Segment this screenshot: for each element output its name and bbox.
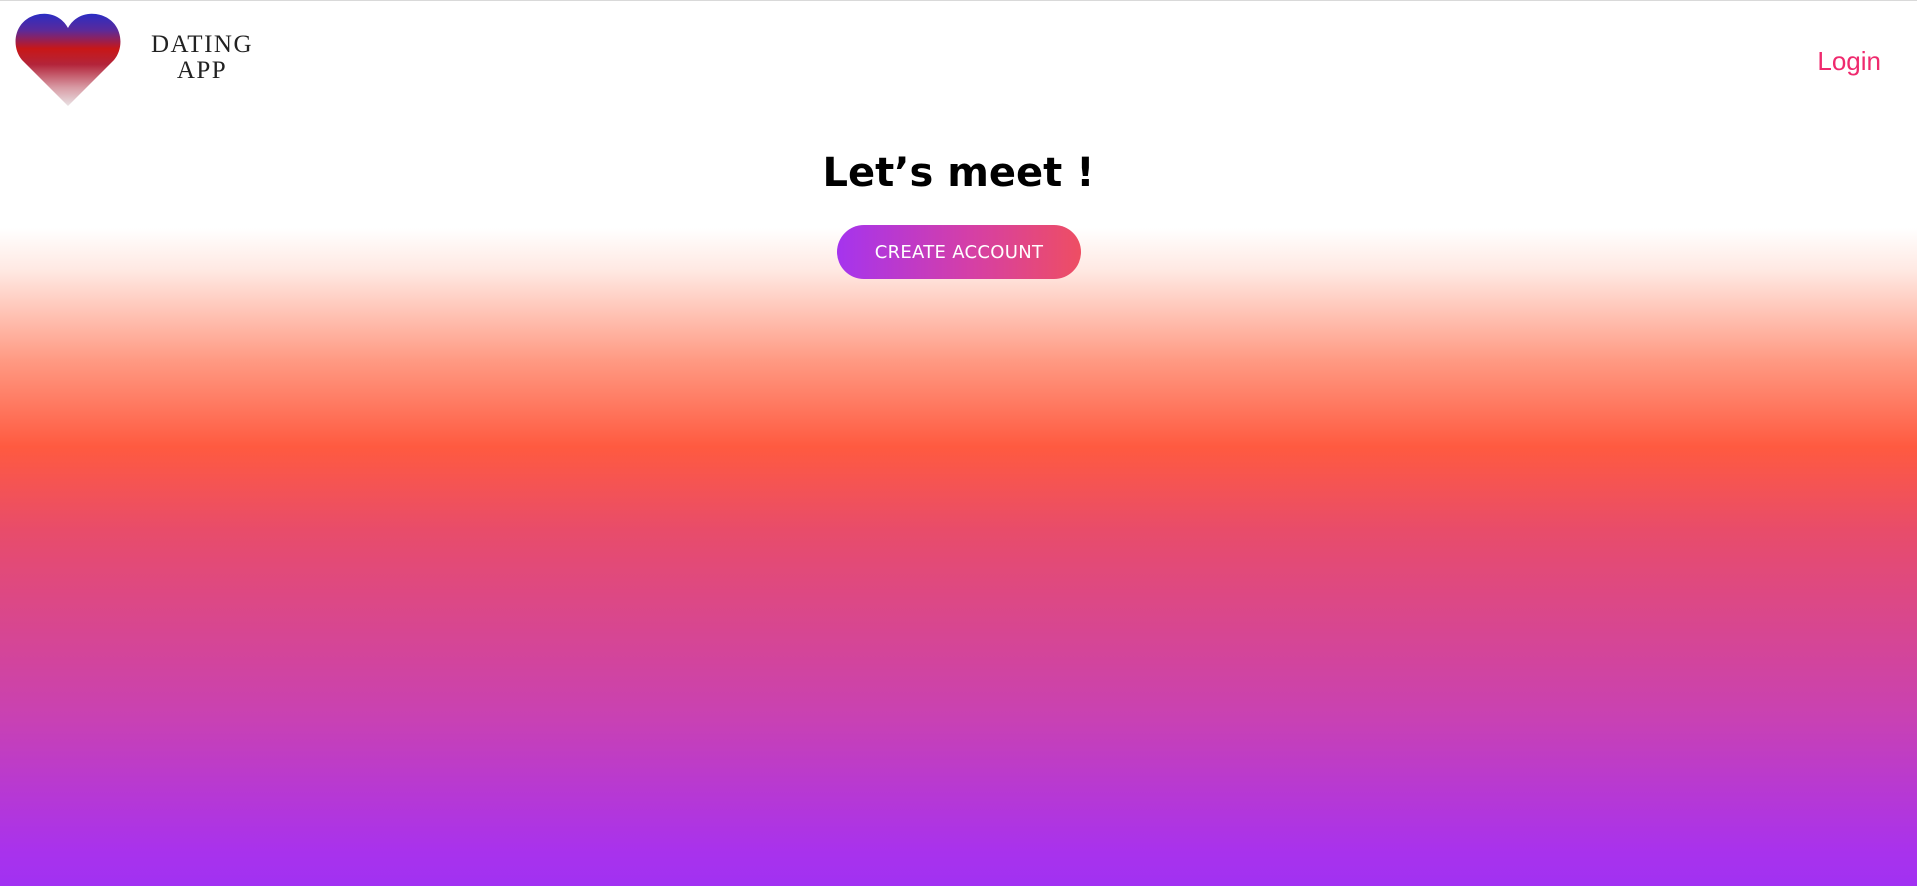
brand-line-2: APP bbox=[176, 57, 228, 84]
login-link[interactable]: Login bbox=[1817, 46, 1881, 77]
brand-name: DATING APP bbox=[140, 32, 264, 84]
create-account-button[interactable]: CREATE ACCOUNT bbox=[837, 225, 1081, 279]
top-border bbox=[0, 0, 1917, 1]
heart-logo-icon bbox=[14, 12, 122, 108]
page-title: Let’s meet ! bbox=[822, 150, 1095, 196]
brand-line-1: DATING bbox=[150, 31, 254, 58]
